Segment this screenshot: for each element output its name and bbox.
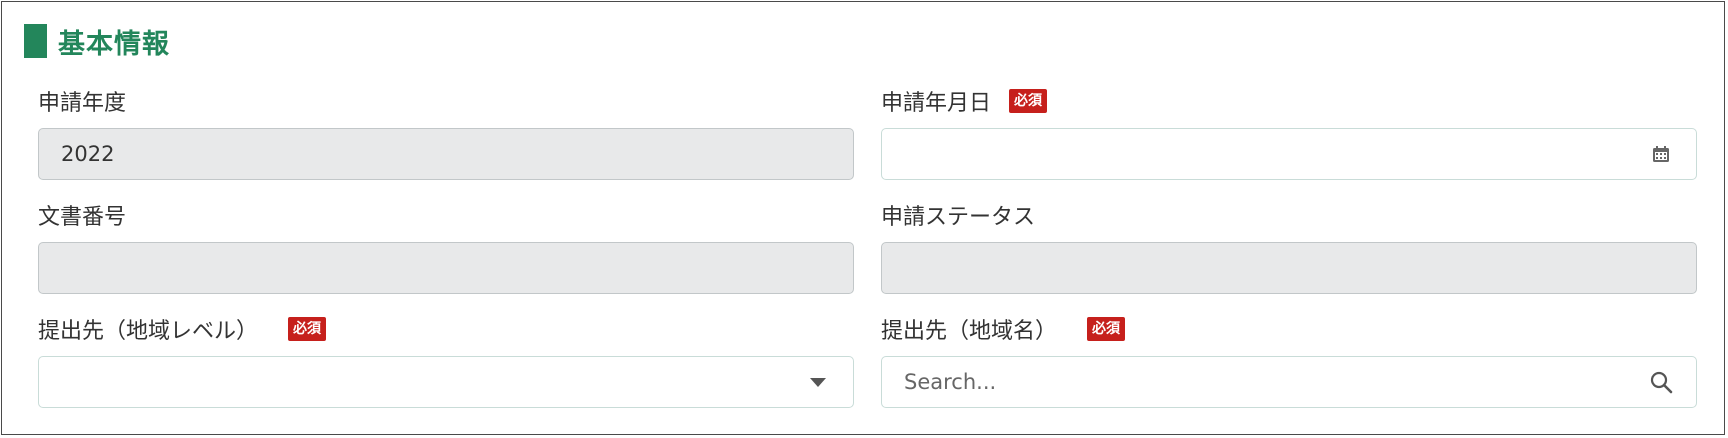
fiscal-year-label-text: 申請年度: [38, 91, 127, 116]
application-date-label-text: 申請年月日: [881, 91, 992, 116]
section-title: 基本情報: [58, 28, 170, 60]
fiscal-year-field: 申請年度 2022: [38, 86, 858, 180]
document-number-label-text: 文書番号: [38, 205, 127, 230]
search-placeholder: Search...: [904, 370, 997, 394]
required-badge: 必須: [288, 317, 327, 341]
document-number-field: 文書番号: [38, 200, 858, 294]
destination-name-field: 提出先（地域名） 必須 Search...: [881, 314, 1701, 408]
calendar-icon[interactable]: [1648, 141, 1674, 167]
application-status-label: 申請ステータス: [881, 200, 1701, 230]
destination-name-label-text: 提出先（地域名）: [881, 319, 1058, 344]
application-status-field: 申請ステータス: [881, 200, 1701, 294]
destination-name-search-input[interactable]: Search...: [881, 356, 1697, 408]
application-date-field: 申請年月日 必須: [881, 86, 1701, 180]
caret-down-icon[interactable]: [805, 369, 831, 395]
destination-level-select[interactable]: [38, 356, 854, 408]
destination-level-field: 提出先（地域レベル） 必須: [38, 314, 858, 408]
document-number-input: [38, 242, 854, 294]
application-date-label: 申請年月日 必須: [881, 86, 1701, 116]
application-date-input[interactable]: [881, 128, 1697, 180]
section-header: 基本情報: [24, 24, 170, 60]
required-badge: 必須: [1087, 317, 1126, 341]
destination-level-label-text: 提出先（地域レベル）: [38, 319, 259, 344]
fiscal-year-input: 2022: [38, 128, 854, 180]
search-icon[interactable]: [1648, 369, 1674, 395]
application-status-input: [881, 242, 1697, 294]
section-accent-bar: [24, 24, 47, 58]
document-number-label: 文書番号: [38, 200, 858, 230]
basic-info-panel: 基本情報 申請年度 2022 申請年月日 必須 文書番号 申請ステータス 提出先…: [1, 1, 1725, 435]
required-badge: 必須: [1009, 89, 1048, 113]
application-status-label-text: 申請ステータス: [881, 205, 1036, 230]
destination-level-label: 提出先（地域レベル） 必須: [38, 314, 858, 344]
fiscal-year-label: 申請年度: [38, 86, 858, 116]
fiscal-year-value: 2022: [61, 142, 115, 166]
destination-name-label: 提出先（地域名） 必須: [881, 314, 1701, 344]
